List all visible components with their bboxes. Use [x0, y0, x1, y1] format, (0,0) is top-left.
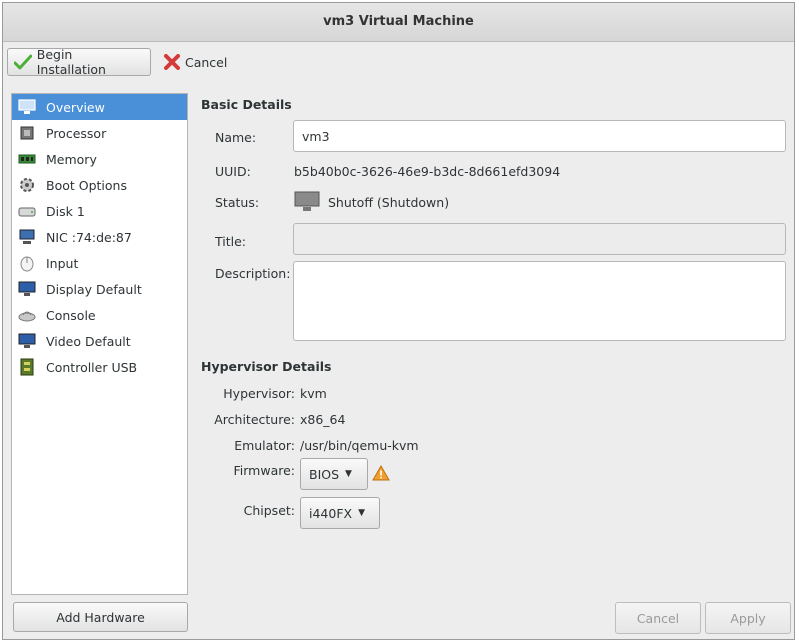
sidebar-item-console[interactable]: Console [12, 302, 187, 328]
begin-installation-label: Begin Installation [36, 47, 106, 77]
display-icon [18, 280, 36, 298]
cancel-installation-label: Cancel [185, 54, 228, 70]
architecture-label: Architecture: [214, 412, 295, 427]
chipset-selected-value: i440FX [309, 505, 353, 521]
cancel-button[interactable]: Cancel [615, 602, 701, 634]
sidebar-item-video-default[interactable]: Video Default [12, 328, 187, 354]
basic-details-heading: Basic Details [201, 97, 292, 112]
emulator-value: /usr/bin/qemu-kvm [300, 438, 419, 453]
sidebar-item-boot-options[interactable]: Boot Options [12, 172, 187, 198]
cancel-button-label: Cancel [636, 610, 680, 626]
monitor-icon [18, 98, 36, 116]
sidebar-item-label: Display Default [46, 281, 142, 297]
hypervisor-label: Hypervisor: [223, 386, 295, 401]
firmware-dropdown[interactable]: BIOS ▼ [300, 458, 368, 490]
sidebar-item-label: NIC :74:de:87 [46, 229, 132, 245]
uuid-value: b5b40b0c-3626-46e9-b3dc-8d661efd3094 [294, 164, 561, 179]
hardware-list: Overview Processor Memory Boot Options D… [11, 93, 188, 595]
apply-button[interactable]: Apply [705, 602, 791, 634]
chipset-label: Chipset: [243, 503, 295, 518]
apply-button-label: Apply [730, 610, 766, 626]
sidebar-item-label: Video Default [46, 333, 131, 349]
processor-icon [18, 124, 36, 142]
usb-controller-icon [18, 358, 36, 376]
hypervisor-details-heading: Hypervisor Details [201, 359, 332, 374]
sidebar-item-input[interactable]: Input [12, 250, 187, 276]
memory-icon [18, 150, 36, 168]
vm-details-window: vm3 Virtual Machine Begin Installation C… [2, 2, 795, 640]
add-hardware-label: Add Hardware [56, 609, 145, 625]
sidebar-item-overview[interactable]: Overview [12, 94, 187, 120]
chipset-dropdown[interactable]: i440FX ▼ [300, 497, 380, 529]
name-field[interactable] [293, 120, 786, 152]
title-label: Title: [215, 234, 246, 249]
toolbar: Begin Installation Cancel [3, 41, 794, 83]
description-label: Description: [215, 266, 291, 281]
sidebar-item-label: Boot Options [46, 177, 127, 193]
architecture-value: x86_64 [300, 412, 346, 427]
sidebar-item-label: Input [46, 255, 79, 271]
add-hardware-button[interactable]: Add Hardware [13, 602, 188, 632]
chevron-down-icon: ▼ [345, 469, 352, 479]
name-label: Name: [215, 130, 257, 145]
sidebar-item-label: Console [46, 307, 96, 323]
sidebar-item-nic[interactable]: NIC :74:de:87 [12, 224, 187, 250]
video-icon [18, 332, 36, 350]
sidebar-item-memory[interactable]: Memory [12, 146, 187, 172]
mouse-icon [18, 254, 36, 272]
network-icon [18, 228, 36, 246]
sidebar-item-label: Memory [46, 151, 97, 167]
sidebar-item-label: Overview [46, 99, 105, 115]
status-value-container: Shutoff (Shutdown) [294, 191, 449, 213]
sidebar-item-label: Controller USB [46, 359, 138, 375]
window-titlebar[interactable]: vm3 Virtual Machine [3, 3, 794, 42]
console-icon [18, 306, 36, 324]
sidebar-item-label: Disk 1 [46, 203, 85, 219]
status-value: Shutoff (Shutdown) [328, 194, 450, 210]
title-field[interactable] [293, 223, 786, 255]
checkmark-icon [14, 54, 32, 70]
begin-installation-button[interactable]: Begin Installation [7, 47, 151, 77]
cancel-installation-button[interactable]: Cancel [158, 48, 233, 76]
warning-icon[interactable] [372, 465, 390, 481]
shutoff-monitor-icon [294, 191, 320, 211]
sidebar-item-disk-1[interactable]: Disk 1 [12, 198, 187, 224]
status-label: Status: [215, 195, 260, 210]
sidebar-item-processor[interactable]: Processor [12, 120, 187, 146]
emulator-label: Emulator: [234, 438, 295, 453]
hypervisor-value: kvm [300, 386, 327, 401]
sidebar-item-label: Processor [46, 125, 107, 141]
sidebar-item-display-default[interactable]: Display Default [12, 276, 187, 302]
cancel-x-icon [164, 54, 180, 70]
disk-icon [18, 202, 36, 220]
uuid-label: UUID: [215, 164, 251, 179]
firmware-selected-value: BIOS [309, 466, 340, 482]
window-title: vm3 Virtual Machine [323, 14, 474, 29]
firmware-label: Firmware: [233, 463, 296, 478]
sidebar-item-controller-usb[interactable]: Controller USB [12, 354, 187, 380]
description-field[interactable] [293, 261, 786, 341]
chevron-down-icon: ▼ [358, 508, 366, 518]
boot-options-icon [18, 176, 36, 194]
